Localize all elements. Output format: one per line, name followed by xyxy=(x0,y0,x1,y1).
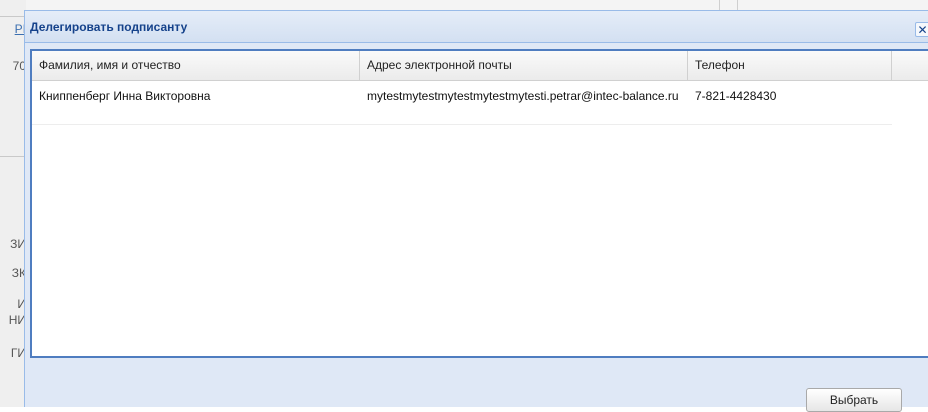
background-text-fragment: НИ xyxy=(8,313,26,327)
signers-grid: Фамилия, имя и отчество Адрес электронно… xyxy=(30,49,928,358)
background-divider xyxy=(0,156,26,157)
table-row[interactable]: Книппенберг Инна Викторовна mytestmytest… xyxy=(32,81,892,125)
background-top-strip xyxy=(26,0,928,10)
background-text-fragment: ГИ xyxy=(10,346,26,360)
background-divider xyxy=(0,16,26,17)
column-header-email[interactable]: Адрес электронной почты xyxy=(360,51,688,80)
delegate-dialog: Делегировать подписанту ✕ Фамилия, имя и… xyxy=(24,10,928,407)
cell-email: mytestmytestmytestmytestmytesti.petrar@i… xyxy=(367,89,679,103)
column-header-name[interactable]: Фамилия, имя и отчество xyxy=(32,51,360,80)
cell-phone: 7-821-4428430 xyxy=(695,89,777,103)
grid-header: Фамилия, имя и отчество Адрес электронно… xyxy=(32,51,928,81)
background-divider xyxy=(719,0,720,10)
close-button[interactable]: ✕ xyxy=(915,22,928,37)
cell-name: Книппенберг Инна Викторовна xyxy=(39,89,211,103)
background-text-fragment: 70 xyxy=(12,59,26,73)
background-text-fragment: ЗК xyxy=(11,266,26,280)
select-button[interactable]: Выбрать xyxy=(806,388,902,412)
column-header-phone[interactable]: Телефон xyxy=(688,51,892,80)
background-divider xyxy=(737,0,738,10)
background-text-fragment: ЗИ xyxy=(10,237,26,251)
close-icon: ✕ xyxy=(917,23,928,37)
dialog-title: Делегировать подписанту xyxy=(30,20,188,34)
dialog-header[interactable]: Делегировать подписанту ✕ xyxy=(25,11,928,43)
background-link-fragment[interactable]: PI xyxy=(0,22,26,36)
background-text-fragment: И xyxy=(17,297,26,311)
